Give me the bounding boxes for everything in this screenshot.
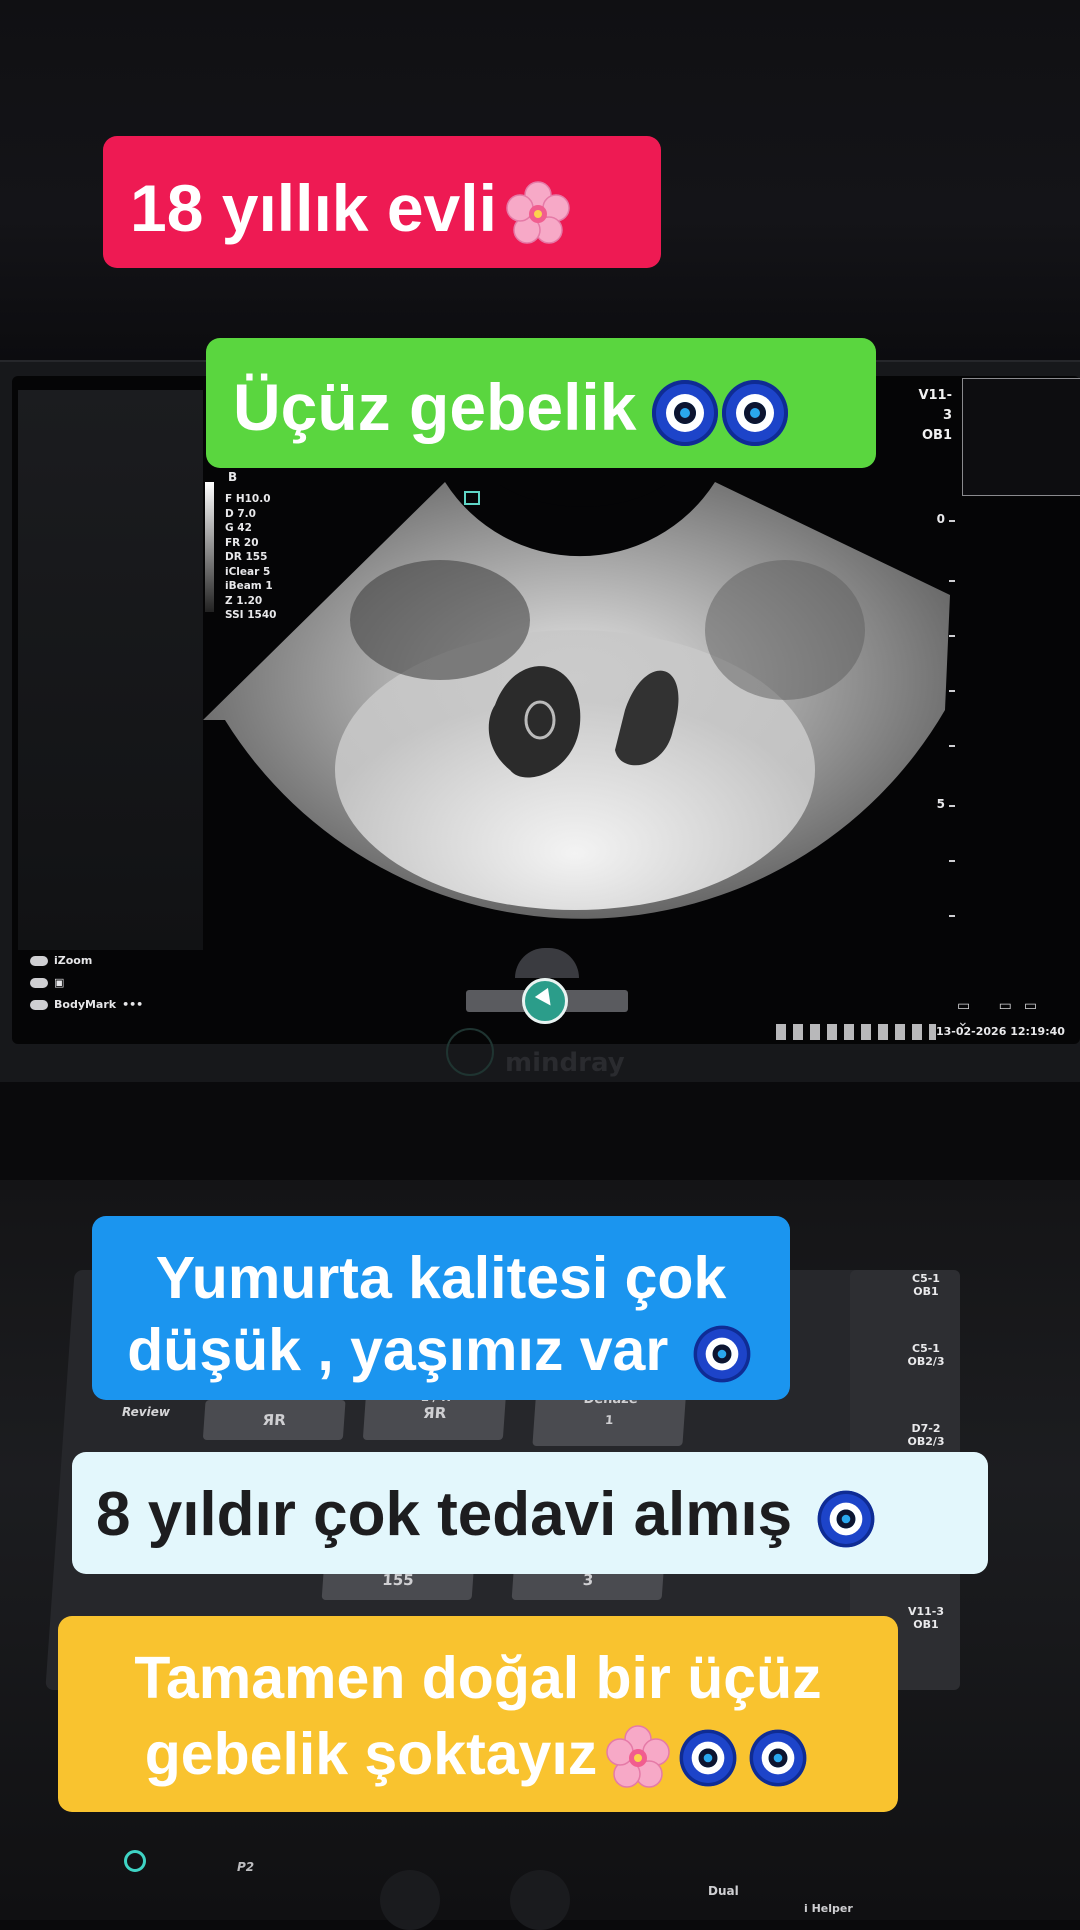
caption-egg-quality: Yumurta kalitesi çok düşük , yaşımız var: [92, 1216, 790, 1400]
depth-scale: 0 5: [925, 510, 955, 930]
nazar-icon: [652, 379, 719, 446]
key[interactable]: ЯR: [202, 1400, 346, 1440]
status-icons: [776, 1024, 936, 1040]
nazar-icon: [749, 1730, 807, 1787]
izoom-tool[interactable]: iZoom: [30, 950, 143, 972]
mouse-icon: [30, 956, 48, 966]
annotation-tool[interactable]: ▣: [30, 972, 143, 994]
probe-item[interactable]: V11-3 OB1: [898, 1605, 954, 1631]
probe-item[interactable]: C5-1 OB2/3: [898, 1342, 954, 1368]
datetime: 13-02-2026 12:19:40: [936, 1025, 1065, 1038]
caption-treatment: 8 yıldır çok tedavi almış: [72, 1452, 988, 1574]
cherry-blossom-icon: [506, 180, 570, 244]
preset-name: OB1: [921, 428, 952, 443]
mouse-icon: [30, 978, 48, 988]
nazar-icon: [817, 1490, 875, 1548]
caption-natural-triplets: Tamamen doğal bir üçüz gebelik şoktayız: [58, 1616, 898, 1812]
knob[interactable]: [510, 1870, 570, 1930]
review-button[interactable]: Review: [122, 1405, 170, 1419]
depth-label: 5: [936, 797, 945, 811]
probe-info: V11-3 OB1: [912, 386, 952, 446]
mouse-icon: [30, 1000, 48, 1010]
probe-item[interactable]: D7-2 OB2/3: [898, 1422, 954, 1448]
depth-label: 0: [936, 512, 945, 526]
tool-shortcuts: iZoom ▣ BodyMark •••: [30, 950, 143, 1016]
camera-icon: ▣: [54, 976, 65, 989]
ultrasound-sector-image: [203, 482, 950, 919]
nazar-icon: [722, 379, 789, 446]
thumbnail-preview[interactable]: [962, 378, 1080, 496]
probe-name: V11-3: [918, 388, 952, 423]
nazar-icon: [679, 1730, 737, 1787]
p2-button[interactable]: P2: [237, 1860, 254, 1874]
cherry-blossom-icon: [606, 1725, 671, 1789]
brand-logo: mindray: [505, 1048, 625, 1078]
cursor-icon[interactable]: [522, 978, 568, 1024]
knob[interactable]: [380, 1870, 440, 1930]
bodymark-tool[interactable]: BodyMark •••: [30, 994, 143, 1016]
power-icon[interactable]: [124, 1850, 146, 1872]
helper-button[interactable]: i Helper: [804, 1902, 853, 1915]
probe-item[interactable]: C5-1 OB1: [898, 1272, 954, 1298]
dual-button[interactable]: Dual: [708, 1884, 739, 1898]
caption-married-years: 18 yıllık evli: [103, 136, 661, 268]
reflection-cursor: [446, 1028, 494, 1076]
caption-triplets: Üçüz gebelik: [206, 338, 876, 468]
nazar-icon: [693, 1326, 751, 1383]
left-info-panel: [18, 390, 203, 950]
